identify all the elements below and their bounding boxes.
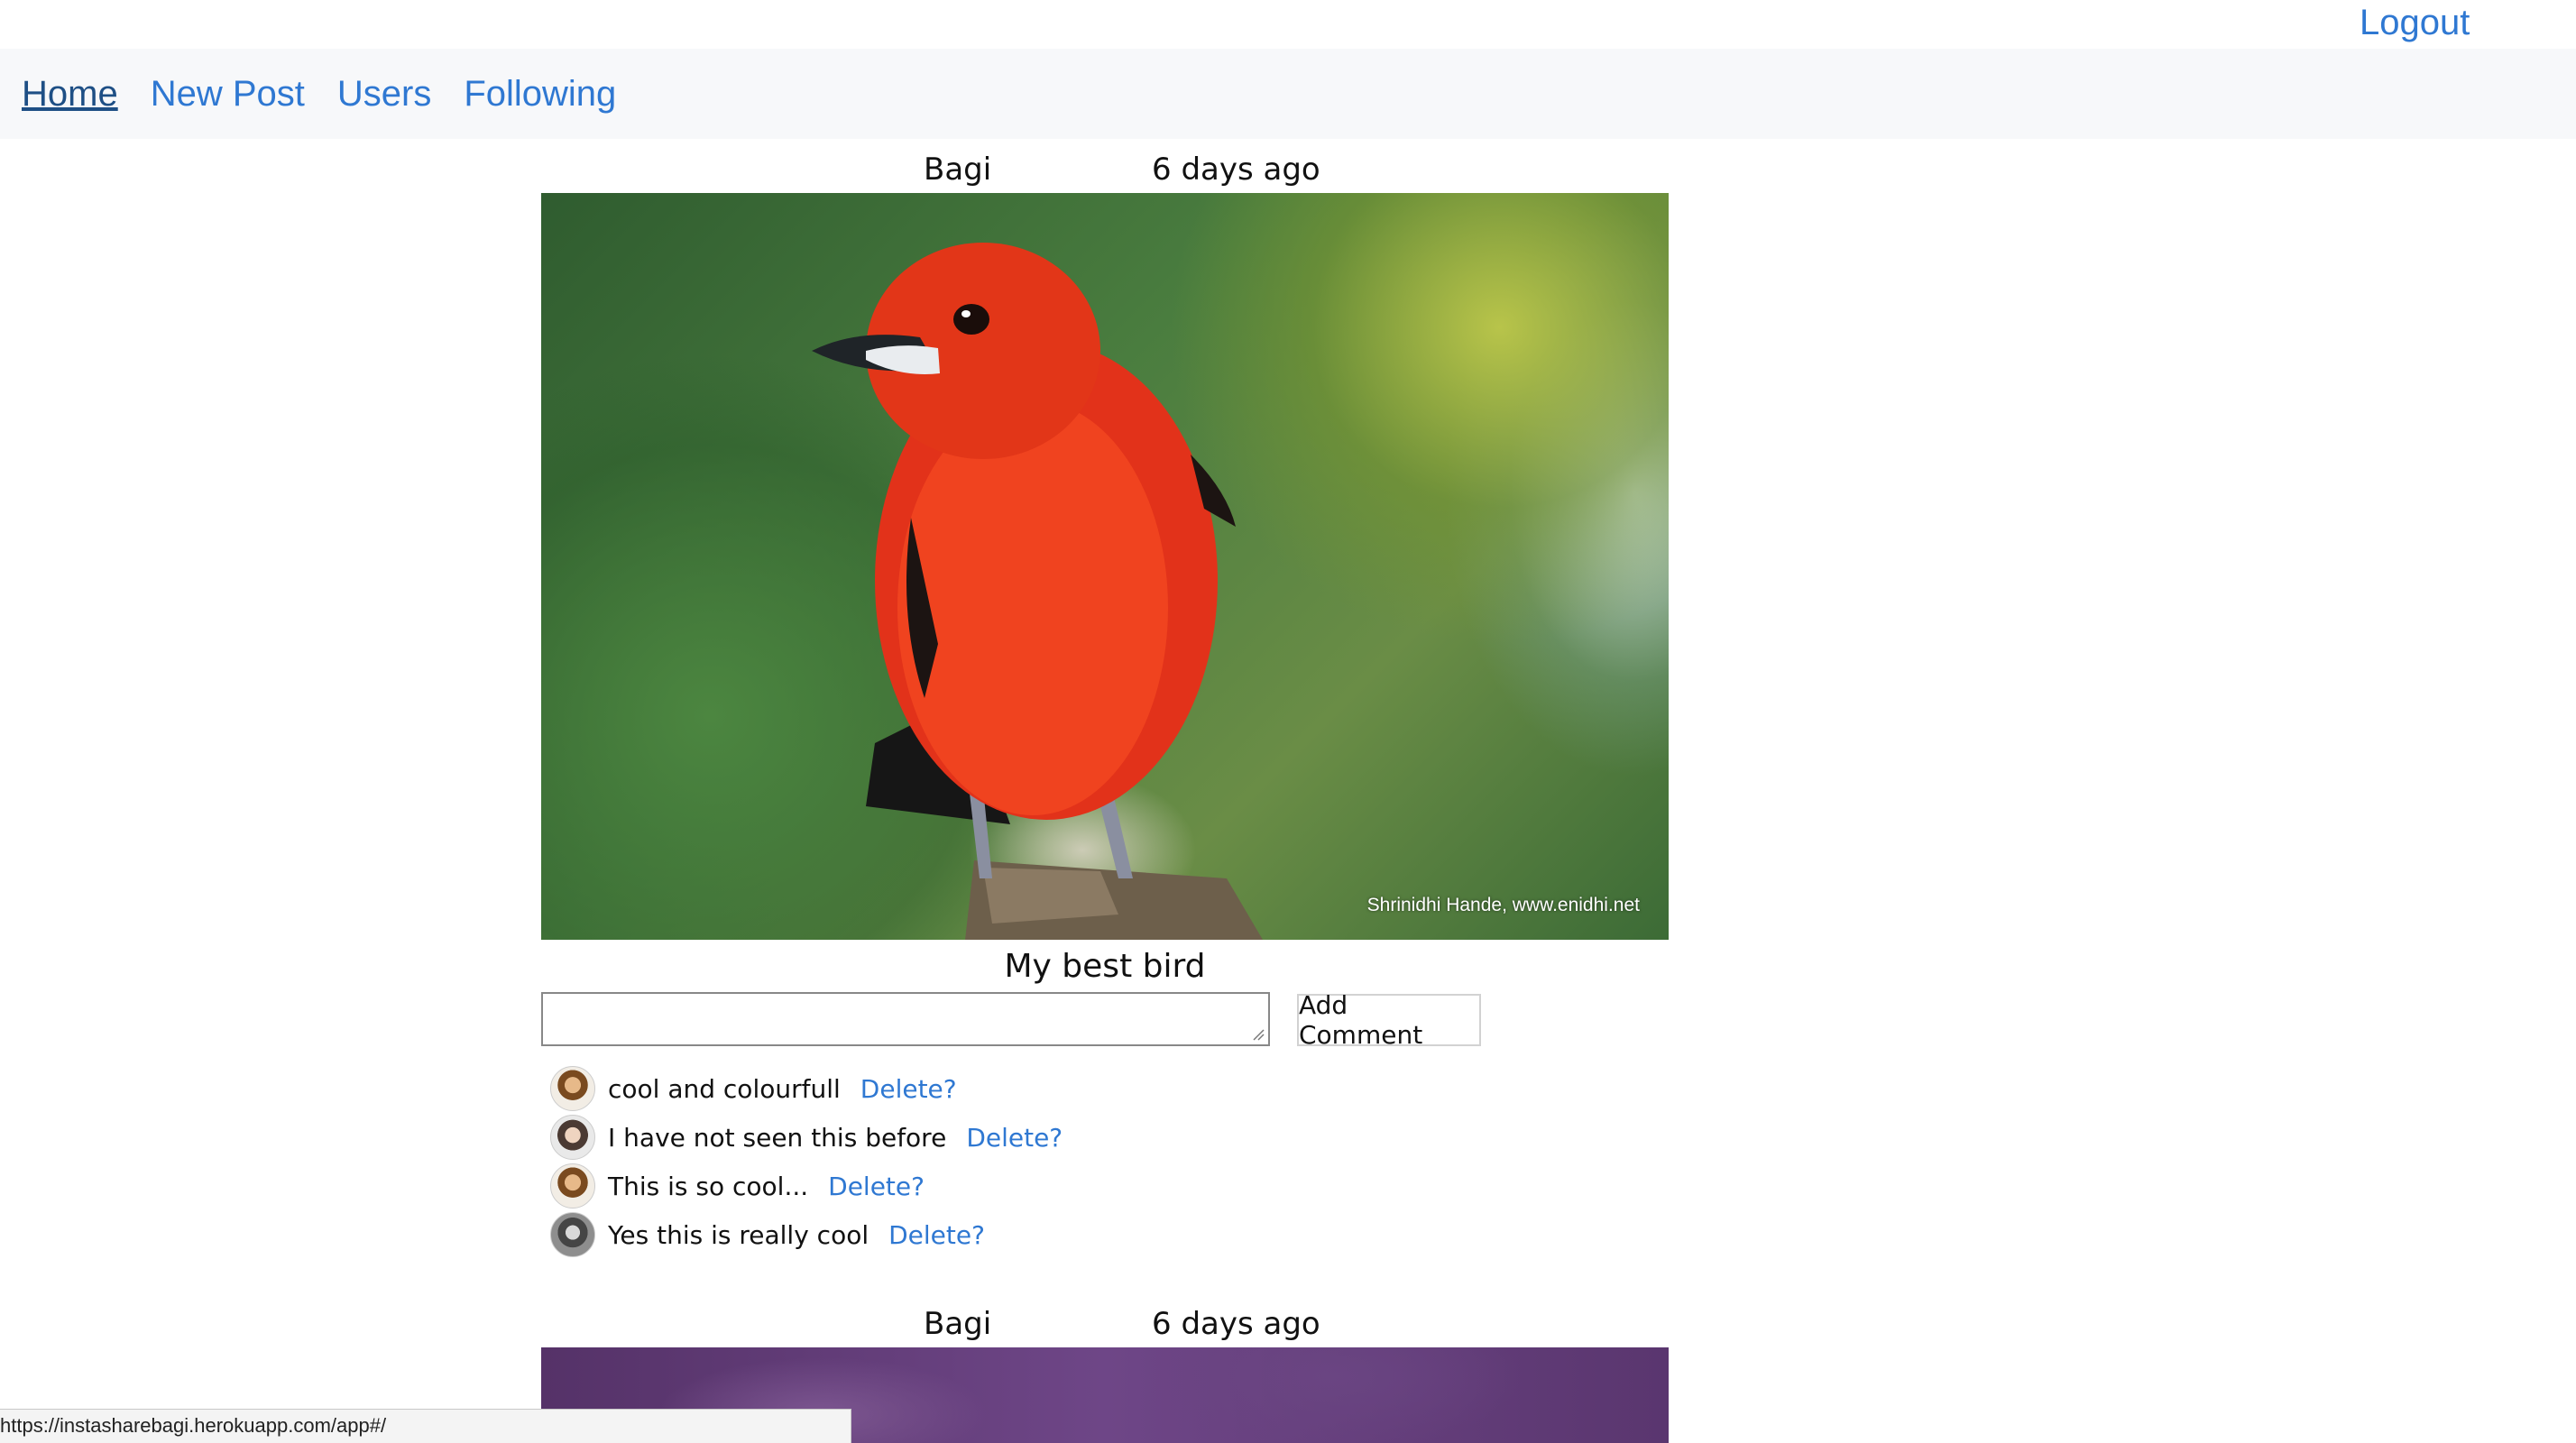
avatar[interactable] xyxy=(550,1163,595,1209)
comment-text: cool and colourfull xyxy=(608,1073,841,1104)
logout-link[interactable]: Logout xyxy=(2360,0,2470,45)
resize-handle-icon[interactable] xyxy=(1252,1028,1265,1041)
comment-item: I have not seen this before Delete? xyxy=(550,1113,1063,1162)
delete-comment-link[interactable]: Delete? xyxy=(828,1172,925,1201)
post-author[interactable]: Bagi xyxy=(924,152,991,188)
comment-text: This is so cool... xyxy=(608,1171,809,1201)
avatar[interactable] xyxy=(550,1115,595,1160)
comment-item: cool and colourfull Delete? xyxy=(550,1064,1063,1113)
post-header: Bagi 6 days ago xyxy=(541,1299,1669,1353)
comment-text: I have not seen this before xyxy=(608,1122,947,1153)
nav-users[interactable]: Users xyxy=(337,74,431,115)
nav-new-post[interactable]: New Post xyxy=(151,74,305,115)
post-time: 6 days ago xyxy=(1152,1306,1320,1342)
avatar[interactable] xyxy=(550,1212,595,1257)
comment-item: Yes this is really cool Delete? xyxy=(550,1210,1063,1259)
navbar: Home New Post Users Following xyxy=(0,49,2576,139)
comment-textarea[interactable] xyxy=(541,992,1270,1046)
comment-item: This is so cool... Delete? xyxy=(550,1162,1063,1210)
post-image: Shrinidhi Hande, www.enidhi.net xyxy=(541,193,1669,940)
avatar[interactable] xyxy=(550,1066,595,1111)
comment-list: cool and colourfull Delete? I have not s… xyxy=(550,1064,1063,1259)
delete-comment-link[interactable]: Delete? xyxy=(888,1220,985,1250)
post-caption: My best bird xyxy=(1004,948,1206,985)
post-header: Bagi 6 days ago xyxy=(541,144,1669,198)
bird-illustration xyxy=(812,243,1263,940)
add-comment-button[interactable]: Add Comment xyxy=(1297,990,1481,1050)
post-time: 6 days ago xyxy=(1152,152,1320,188)
post-author[interactable]: Bagi xyxy=(924,1306,991,1342)
image-credit: Shrinidhi Hande, www.enidhi.net xyxy=(1366,895,1640,915)
nav-following[interactable]: Following xyxy=(464,74,616,115)
delete-comment-link[interactable]: Delete? xyxy=(966,1123,1063,1153)
status-bar-url: https://instasharebagi.herokuapp.com/app… xyxy=(0,1409,851,1443)
comment-text: Yes this is really cool xyxy=(608,1219,869,1250)
delete-comment-link[interactable]: Delete? xyxy=(860,1074,957,1104)
nav-home[interactable]: Home xyxy=(22,74,118,115)
